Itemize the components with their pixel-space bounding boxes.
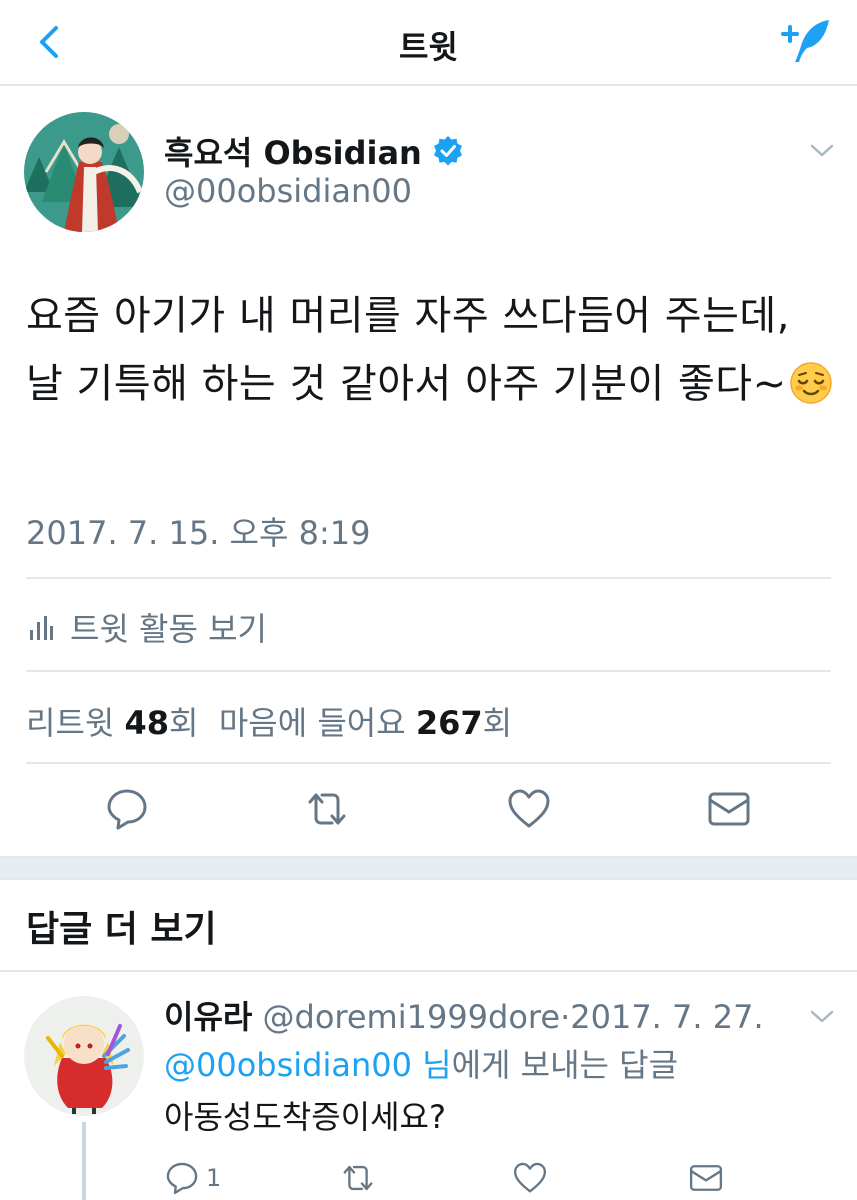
reply-author-name[interactable]: 이유라 [164,998,252,1036]
reply-header: 이유라 @doremi1999dore·2017. 7. 27. [164,992,764,1038]
like-heart-icon [513,1162,547,1193]
likes-stat[interactable]: 마음에 들어요 267회 [219,704,512,742]
reply-meta-separator: · [560,998,571,1036]
reply-action-bar: 1 [164,1158,764,1200]
author-name[interactable]: 흑요석 Obsidian [164,128,422,174]
tweet-text: 요즘 아기가 내 머리를 자주 쓰다듬어 주는데, 날 기특해 하는 것 같아서… [26,282,836,418]
divider [0,970,857,972]
thread-connector-line [82,1122,86,1200]
verified-badge-icon [433,136,462,166]
reply-reply-count: 1 [206,1164,222,1192]
author-avatar[interactable] [24,112,144,232]
tweet-timestamp: 2017. 7. 15. 오후 8:19 [26,514,371,552]
retweet-icon [343,1165,373,1191]
reply-options-chevron-icon[interactable] [809,1006,835,1026]
retweets-label: 리트윗 [26,704,115,742]
direct-message-envelope-icon[interactable] [706,786,752,832]
tweet-text-content: 요즘 아기가 내 머리를 자주 쓰다듬어 주는데, 날 기특해 하는 것 같아서… [26,293,790,407]
replying-to-line: @00obsidian00 님에게 보내는 답글 [164,1040,678,1086]
reply-icon[interactable] [104,786,150,832]
page-title: 트윗 [399,28,458,66]
author-name-row: 흑요석 Obsidian [164,128,464,174]
divider [26,670,831,672]
retweets-stat[interactable]: 리트윗 48회 [26,704,198,742]
likes-count: 267 [415,704,483,742]
retweet-icon[interactable] [304,786,350,832]
reply-author-avatar[interactable] [24,996,144,1116]
more-replies-heading: 답글 더 보기 [26,909,217,950]
reply-like-button[interactable] [512,1158,548,1198]
section-separator [0,856,857,880]
tweet-action-bar [0,786,857,832]
reply-reply-button[interactable]: 1 [164,1158,221,1198]
divider [26,577,831,579]
reply-icon [166,1162,198,1195]
tweet-activity-link[interactable]: 트윗 활동 보기 [28,604,267,650]
likes-label: 마음에 들어요 [218,704,406,742]
reply-date: 2017. 7. 27. [570,998,764,1036]
tweet-options-chevron-icon[interactable] [809,140,835,160]
tweet-stats: 리트윗 48회 마음에 들어요 267회 [26,698,512,744]
retweets-count: 48 [124,704,170,742]
likes-unit: 회 [482,704,513,742]
tweet-activity-label: 트윗 활동 보기 [70,610,267,648]
reply-retweet-button[interactable] [340,1158,376,1198]
reply-dm-button[interactable] [688,1158,724,1198]
analytics-bars-icon [30,616,53,640]
reply-text: 아동성도착증이세요? [164,1098,446,1136]
divider [26,762,831,764]
direct-message-envelope-icon [689,1165,723,1191]
reply-to-suffix: 에게 보내는 답글 [451,1046,679,1084]
relieved-face-emoji-icon [789,362,832,404]
reply-to-mention-link[interactable]: @00obsidian00 님 [164,1046,452,1084]
author-handle[interactable]: @00obsidian00 [164,172,412,210]
retweets-unit: 회 [169,704,199,742]
reply-author-handle[interactable]: @doremi1999dore [263,998,561,1036]
compose-tweet-icon[interactable] [779,16,835,66]
like-heart-icon[interactable] [506,786,552,832]
navigation-bar: 트윗 [0,0,857,86]
